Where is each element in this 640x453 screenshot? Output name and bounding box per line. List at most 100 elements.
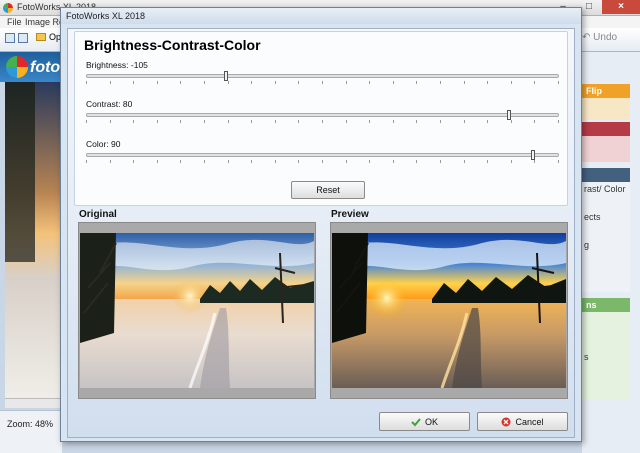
panel-item-g[interactable]: g [584,240,589,250]
checkmark-icon [411,417,421,426]
slider-tick [204,120,205,123]
panel-header-flip[interactable]: Flip [582,84,630,98]
adjustment-panel: Brightness-Contrast-Color Brightness: -1… [74,31,568,206]
slider-tick [322,120,323,123]
slider-tick [228,120,229,123]
slider-tick [275,81,276,84]
original-label: Original [79,209,117,220]
zoom-label: Zoom: 48% [7,419,54,429]
menu-file[interactable]: File [7,17,22,27]
preview-label: Preview [331,209,369,220]
horizontal-scrollbar[interactable] [5,398,62,408]
slider-tick [110,81,111,84]
brightness-slider-thumb[interactable] [224,71,228,81]
contrast-slider-thumb[interactable] [507,110,511,120]
slider-tick [487,81,488,84]
preview-image-frame [330,222,568,399]
panel-header-color[interactable] [582,168,630,182]
slider-tick [180,81,181,84]
slider-tick [393,160,394,163]
slider-tick [393,81,394,84]
slider-tick [322,160,323,163]
color-ticks [86,160,559,163]
edit-icon[interactable] [18,33,28,43]
folder-icon [36,33,46,41]
slider-tick [180,120,181,123]
slider-tick [228,81,229,84]
panel-item-s[interactable]: s [584,352,589,362]
slider-tick [86,81,87,84]
slider-tick [369,160,370,163]
cancel-icon [501,417,511,426]
dialog-title: FotoWorks XL 2018 [66,11,146,21]
close-icon[interactable]: × [602,0,640,14]
undo-button[interactable]: ↶ Undo [582,32,617,43]
color-slider-thumb[interactable] [531,150,535,160]
slider-tick [275,120,276,123]
main-image-canvas[interactable] [5,82,62,398]
slider-tick [251,160,252,163]
panel-red-body [582,136,630,162]
panel-green-label: ns [586,300,597,310]
dialog-titlebar[interactable]: FotoWorks XL 2018 [61,8,581,24]
brightness-slider[interactable] [86,71,559,81]
new-file-icon[interactable] [5,33,15,43]
slider-tick [228,160,229,163]
contrast-slider[interactable] [86,110,559,120]
preview-image [332,233,566,388]
reset-button[interactable]: Reset [291,181,365,199]
slider-tick [86,160,87,163]
color-label: Color: 90 [86,139,121,149]
slider-tick [416,160,417,163]
slider-tick [157,160,158,163]
panel-color-body: rast/ Color ects g [582,182,630,292]
slider-tick [416,81,417,84]
panel-item-contrast-color[interactable]: rast/ Color [584,184,626,194]
slider-tick [416,120,417,123]
original-image-frame [78,222,316,399]
ok-button[interactable]: OK [379,412,470,431]
app-logo-icon [3,3,13,13]
slider-tick [133,81,134,84]
brightness-ticks [86,81,559,84]
slider-tick [204,160,205,163]
slider-tick [558,160,559,163]
slider-tick [440,160,441,163]
slider-tick [511,120,512,123]
brand-text: foto [30,59,61,76]
brand-logo-icon [6,56,28,78]
slider-tick [298,81,299,84]
slider-tick [558,81,559,84]
slider-tick [369,81,370,84]
brightness-contrast-dialog: FotoWorks XL 2018 Brightness-Contrast-Co… [60,7,582,442]
slider-tick [487,120,488,123]
slider-tick [110,160,111,163]
slider-tick [110,120,111,123]
cancel-button[interactable]: Cancel [477,412,568,431]
panel-item-effects[interactable]: ects [584,212,601,222]
panel-header-green[interactable]: ns [582,298,630,312]
slider-tick [157,120,158,123]
cancel-label: Cancel [515,416,544,427]
ok-label: OK [424,416,438,427]
panel-header-red[interactable] [582,122,630,136]
slider-tick [298,160,299,163]
status-bar: Zoom: 48% [0,410,62,453]
panel-flip-label: Flip [586,86,602,96]
slider-tick [133,120,134,123]
slider-tick [369,120,370,123]
slider-tick [298,120,299,123]
slider-tick [86,120,87,123]
slider-tick [251,120,252,123]
slider-tick [511,160,512,163]
dialog-client: Brightness-Contrast-Color Brightness: -1… [67,28,575,438]
slider-tick [346,120,347,123]
slider-tick [464,160,465,163]
contrast-ticks [86,120,559,123]
slider-tick [133,160,134,163]
slider-tick [440,120,441,123]
brightness-label: Brightness: -105 [86,60,148,70]
color-slider[interactable] [86,150,559,160]
panel-green-body: s [582,312,630,400]
slider-tick [558,120,559,123]
